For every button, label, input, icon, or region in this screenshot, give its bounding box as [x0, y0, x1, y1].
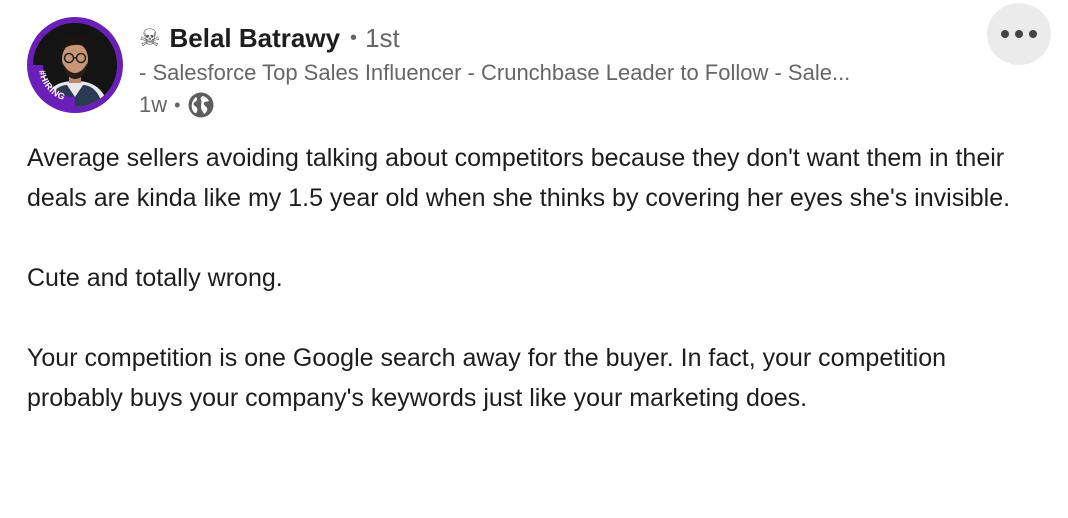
connection-degree: 1st — [365, 22, 400, 53]
post-paragraph: Your competition is one Google search aw… — [27, 344, 947, 412]
feed-post: #HIRING ☠ Belal Batrawy • 1st - Salesfor… — [0, 0, 1068, 518]
author-headline: - Salesforce Top Sales Influencer - Crun… — [139, 60, 851, 85]
post-meta: 1w • — [139, 90, 215, 120]
post-paragraph: Average sellers avoiding talking about c… — [27, 144, 1011, 212]
more-options-button[interactable] — [987, 3, 1051, 65]
ellipsis-icon — [1001, 30, 1037, 38]
post-paragraph: Cute and totally wrong. — [27, 264, 283, 292]
globe-icon — [187, 91, 215, 119]
skull-crossbones-icon: ☠ — [139, 24, 161, 52]
meta-separator: • — [174, 94, 181, 115]
post-body: Average sellers avoiding talking about c… — [27, 138, 1027, 458]
author-name-row: ☠ Belal Batrawy • 1st — [139, 20, 400, 56]
hiring-frame: #HIRING — [31, 65, 75, 109]
name-separator: • — [350, 26, 358, 49]
author-name[interactable]: Belal Batrawy — [170, 23, 341, 54]
post-timestamp: 1w — [139, 92, 168, 117]
author-avatar[interactable]: #HIRING — [27, 17, 123, 113]
